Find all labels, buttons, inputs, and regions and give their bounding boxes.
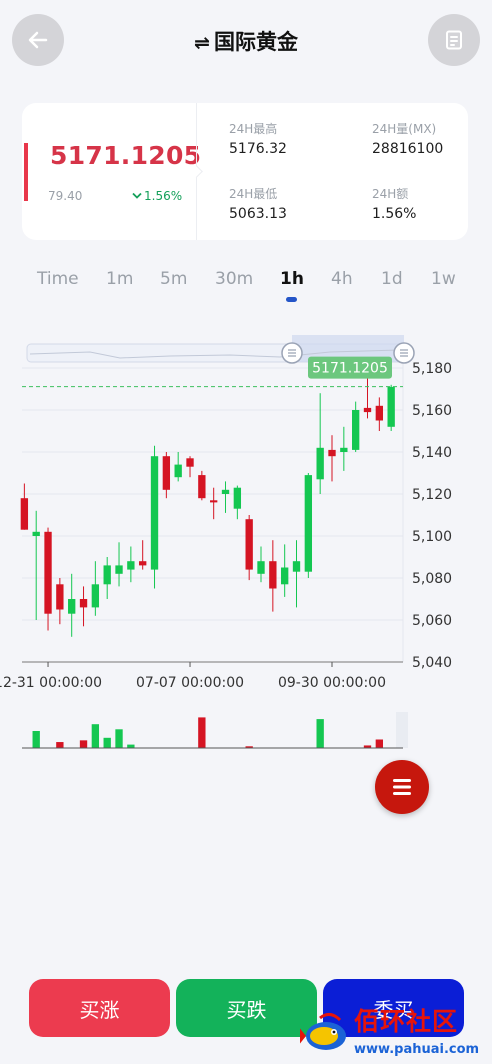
volume-bar (56, 742, 64, 748)
candle-body (233, 487, 242, 509)
header: ⇌ 国际黄金 (0, 0, 492, 82)
candle-body (56, 584, 64, 610)
interval-tabs: Time 1m 5m 30m 1h 4h 1d 1w (0, 265, 492, 305)
price-accent-bar (24, 143, 28, 201)
candle-body (352, 410, 360, 450)
stat-high-label: 24H最高 (229, 122, 278, 136)
candle-body (32, 531, 40, 536)
volume-bar (103, 737, 111, 748)
buy-up-button[interactable]: 买涨 (29, 979, 170, 1037)
volume-highlight (396, 712, 408, 748)
kline-chart-svg[interactable]: 5,180 5,160 5,140 5,120 5,100 5,080 5,060 5,040… (0, 330, 492, 760)
menu-icon (393, 779, 411, 795)
candle-body (198, 475, 206, 499)
y-tick-label: 5,080 (412, 571, 452, 587)
stat-low-label: 24H最低 (229, 187, 278, 201)
candle-body (127, 561, 135, 570)
last-price-tag-text: 5171.1205 (312, 361, 388, 377)
candle-body (210, 500, 218, 503)
y-tick-label: 5,040 (412, 655, 452, 671)
candle-body (115, 565, 123, 574)
stat-volume-value: 28816100 (372, 141, 444, 157)
candle-body (328, 449, 336, 457)
ticker-card: 5171.1205 79.40 1.56% 24H最高 5176.32 24H量… (22, 103, 468, 240)
candle-body (79, 599, 88, 608)
volume-bar (91, 724, 100, 748)
candle-body (257, 561, 265, 574)
document-button[interactable] (428, 14, 480, 66)
price-change-pct: 1.56% (132, 189, 182, 203)
candle-body (103, 565, 111, 585)
candle-body (139, 561, 147, 566)
watermark-url: www.pahuai.com (354, 1042, 480, 1057)
kline-chart[interactable]: 5,180 5,160 5,140 5,120 5,100 5,080 5,060 5,040… (0, 330, 492, 760)
tab-5m[interactable]: 5m (160, 269, 187, 289)
tab-1w[interactable]: 1w (431, 269, 456, 289)
document-icon (446, 30, 462, 50)
stat-high-value: 5176.32 (229, 141, 287, 157)
y-tick-label: 5,140 (412, 445, 452, 461)
candle-body (174, 464, 182, 478)
tab-1m[interactable]: 1m (106, 269, 133, 289)
page-title-text: 国际黄金 (213, 30, 298, 54)
tab-30m[interactable]: 30m (215, 269, 253, 289)
volume-bar (127, 744, 135, 748)
candle-body (387, 386, 395, 427)
active-tab-indicator (286, 297, 297, 302)
stat-volume-label: 24H量(MX) (372, 122, 437, 136)
candle-body (304, 475, 313, 572)
candle-body (363, 407, 372, 413)
volume-bar (198, 717, 206, 748)
candle-body (20, 498, 29, 530)
volume-bar (32, 731, 40, 748)
candle-body (150, 456, 159, 570)
price-change: 79.40 (48, 189, 83, 203)
price-change-pct-text: 1.56% (144, 189, 183, 203)
candle-body (340, 447, 348, 452)
watermark-name: 佰环社区 (354, 1007, 459, 1036)
candle-body (316, 447, 324, 480)
volume-bar (316, 719, 324, 748)
x-tick-label: 09-30 00:00:00 (278, 675, 386, 691)
tab-1d[interactable]: 1d (381, 269, 403, 289)
candle-body (162, 456, 171, 490)
x-tick-label: 12-31 00:00:00 (0, 675, 102, 691)
last-price: 5171.1205 (50, 141, 202, 170)
y-tick-label: 5,100 (412, 529, 452, 545)
candle-body (375, 405, 384, 421)
candle-body (269, 561, 277, 589)
page-title: ⇌ 国际黄金 (0, 26, 492, 56)
tab-time[interactable]: Time (37, 269, 79, 289)
tab-4h[interactable]: 4h (331, 269, 353, 289)
tab-1h[interactable]: 1h (280, 269, 304, 289)
fish-logo-icon (300, 1013, 346, 1050)
y-tick-label: 5,180 (412, 361, 452, 377)
x-tick-label: 07-07 00:00:00 (136, 675, 244, 691)
swap-icon[interactable]: ⇌ (194, 32, 210, 54)
candle-body (221, 489, 230, 494)
candle-body (186, 458, 194, 467)
watermark: 佰环社区 www.pahuai.com (296, 1000, 492, 1064)
candle-body (91, 584, 100, 608)
volume-bar (375, 739, 384, 748)
y-tick-label: 5,060 (412, 613, 452, 629)
volume-bar (115, 729, 123, 748)
stat-amount-value: 1.56% (372, 206, 417, 222)
candle-body (281, 567, 289, 585)
indicator-menu-button[interactable] (375, 760, 429, 814)
volume-bar (79, 740, 88, 748)
stat-low-value: 5063.13 (229, 206, 287, 222)
candle-body (68, 599, 76, 614)
y-tick-label: 5,120 (412, 487, 452, 503)
stat-amount-label: 24H额 (372, 187, 409, 201)
y-tick-label: 5,160 (412, 403, 452, 419)
candle-body (245, 519, 253, 570)
candle-body (292, 561, 301, 572)
chevron-down-icon (132, 192, 142, 199)
candle-body (44, 531, 52, 614)
